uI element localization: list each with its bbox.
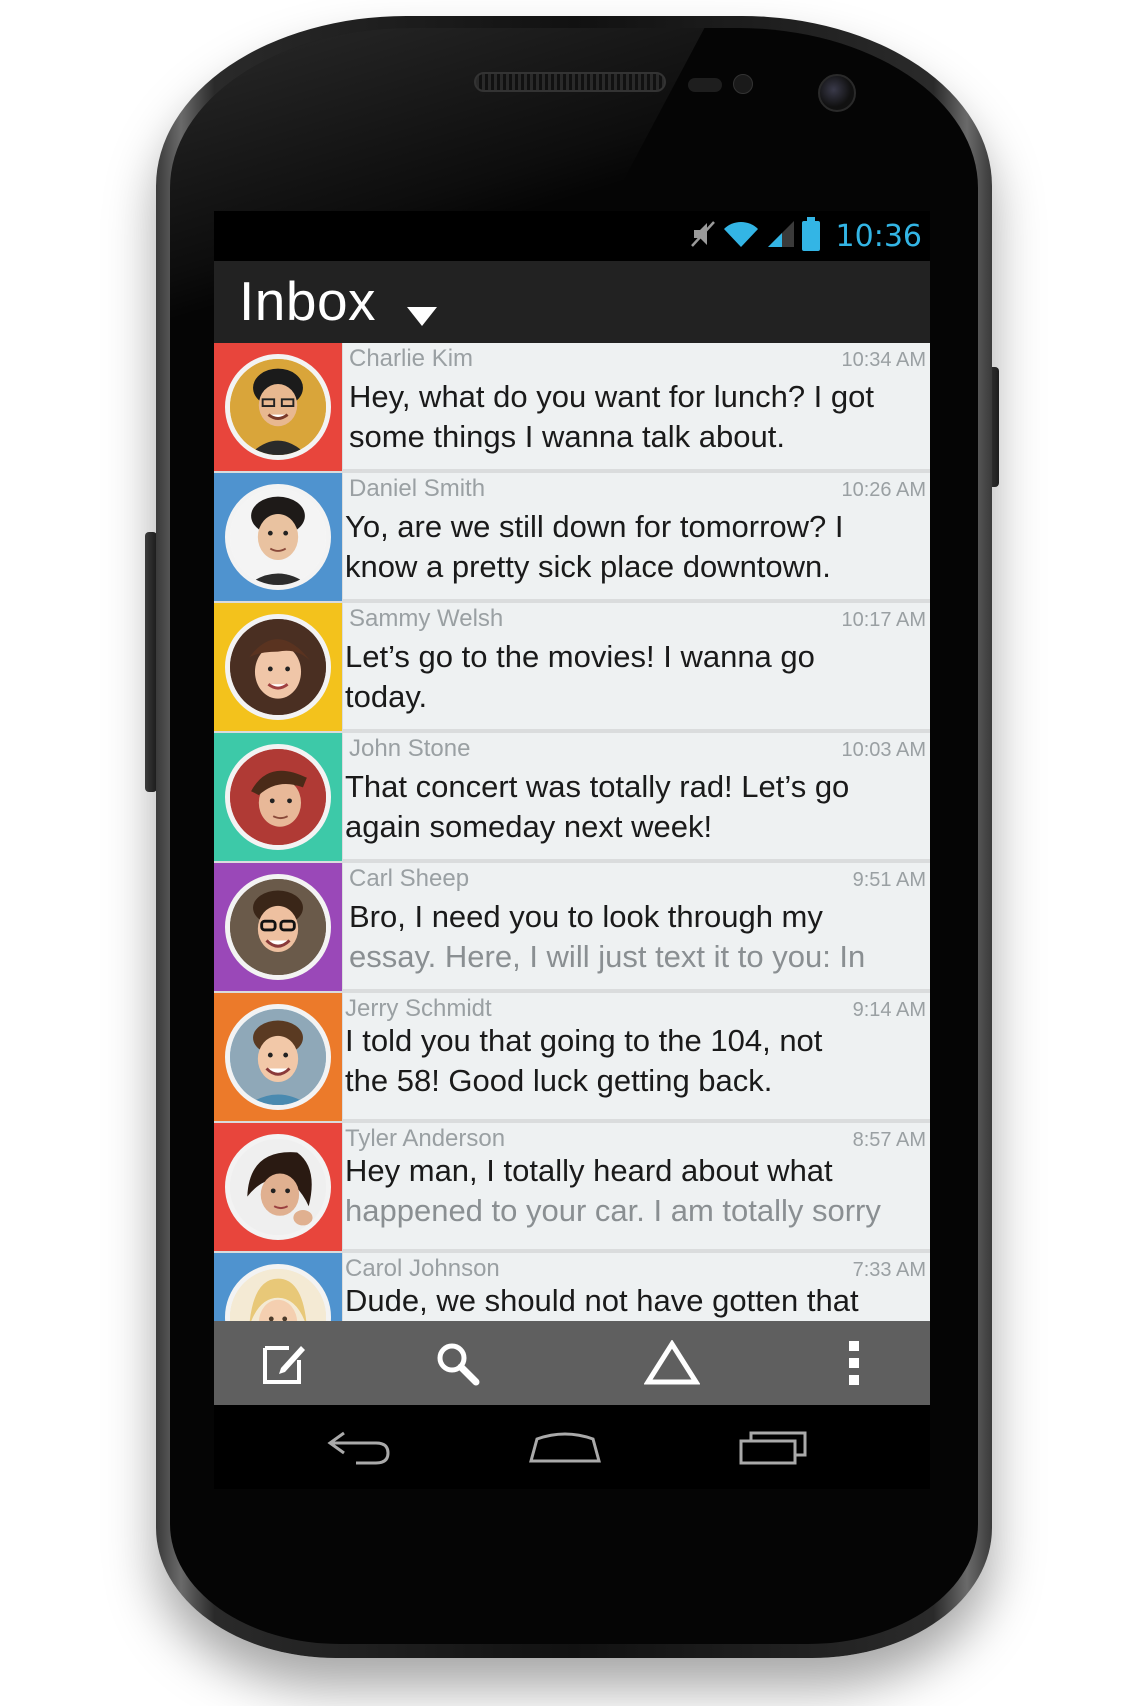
message-preview: Carl Sheep 9:51 AM Bro, I need you to lo… [343, 863, 930, 989]
sender-name: Sammy Welsh [349, 605, 504, 632]
sender-name: Tyler Anderson [345, 1125, 506, 1152]
message-preview: Daniel Smith 10:26 AM Yo, are we still d… [343, 473, 930, 599]
proximity-sensor [688, 78, 722, 92]
wifi-icon [722, 219, 760, 253]
message-row[interactable]: Carol Johnson 7:33 AM Dude, we should no… [214, 1253, 930, 1321]
message-text: Hey, what do you want for lunch? I got s… [349, 377, 930, 457]
message-line: That concert was totally rad! Let’s go [345, 769, 850, 804]
sender-name: Charlie Kim [349, 345, 474, 372]
message-line: Yo, are we still down for tomorrow? I [345, 509, 844, 544]
avatar[interactable] [225, 744, 331, 850]
message-row[interactable]: Jerry Schmidt 9:14 AM I told you that go… [214, 993, 930, 1121]
message-line: Hey, what do you want for lunch? I got [349, 379, 875, 414]
home-button[interactable] [510, 1419, 620, 1475]
message-line: some things I wanna talk about. [349, 419, 785, 454]
message-time: 9:14 AM [852, 999, 926, 1021]
message-time: 7:33 AM [852, 1259, 926, 1281]
message-row[interactable]: Daniel Smith 10:26 AM Yo, are we still d… [214, 473, 930, 601]
sender-name: Daniel Smith [349, 475, 486, 502]
message-time: 10:34 AM [841, 349, 926, 371]
message-text: Yo, are we still down for tomorrow? I kn… [345, 507, 929, 587]
message-line: Hey man, I totally heard about what [345, 1153, 833, 1188]
compose-button[interactable] [224, 1321, 344, 1405]
message-line: I told you that going to the 104, not [345, 1023, 823, 1058]
front-camera [818, 74, 856, 112]
sender-name: Carl Sheep [349, 865, 470, 892]
message-preview: Sammy Welsh 10:17 AM Let’s go to the mov… [343, 603, 930, 729]
recent-apps-button[interactable] [718, 1419, 828, 1475]
inbox-selector[interactable]: Inbox [214, 261, 454, 343]
message-preview: John Stone 10:03 AM That concert was tot… [343, 733, 930, 859]
sender-name: John Stone [349, 735, 471, 762]
message-preview: Charlie Kim 10:34 AM Hey, what do you wa… [343, 343, 930, 469]
message-line: today. [345, 679, 428, 714]
dropdown-caret-icon [407, 307, 437, 326]
message-text: I told you that going to the 104, not th… [345, 1021, 929, 1101]
signal-icon [766, 219, 796, 253]
page-title: Inbox [239, 270, 377, 332]
avatar[interactable] [225, 1004, 331, 1110]
sender-name: Carol Johnson [345, 1255, 500, 1282]
mute-icon [690, 219, 716, 253]
status-icons: 10:36 [690, 217, 922, 255]
home-icon [529, 1432, 601, 1463]
message-line: Bro, I need you to look through my [349, 899, 823, 934]
message-line: Dude, we should not have gotten that [345, 1283, 859, 1318]
message-preview: Tyler Anderson 8:57 AM Hey man, I totall… [343, 1123, 930, 1249]
message-time: 10:03 AM [841, 739, 926, 761]
message-time: 9:51 AM [852, 869, 926, 891]
triangle-button[interactable] [612, 1321, 732, 1405]
light-sensor [733, 74, 753, 94]
message-text: That concert was totally rad! Let’s go a… [345, 767, 929, 847]
search-button[interactable] [397, 1321, 517, 1405]
message-row[interactable]: Sammy Welsh 10:17 AM Let’s go to the mov… [214, 603, 930, 731]
message-row[interactable]: Carl Sheep 9:51 AM Bro, I need you to lo… [214, 863, 930, 991]
message-line: know a pretty sick place downtown. [345, 549, 831, 584]
message-line: again someday next week! [345, 809, 713, 844]
avatar[interactable] [225, 1264, 331, 1321]
status-bar: 10:36 [214, 211, 930, 261]
message-list[interactable]: Charlie Kim 10:34 AM Hey, what do you wa… [214, 343, 930, 1321]
message-preview: Jerry Schmidt 9:14 AM I told you that go… [343, 993, 930, 1119]
message-text: Hey man, I totally heard about what happ… [345, 1151, 929, 1231]
message-row[interactable]: Tyler Anderson 8:57 AM Hey man, I totall… [214, 1123, 930, 1251]
back-icon [327, 1431, 390, 1465]
message-line: essay. Here, I will just text it to you:… [349, 939, 866, 974]
triangle-icon [644, 1340, 700, 1385]
screen: 10:36 Inbox Charlie Kim 10:34 AM Hey, wh… [214, 211, 930, 1489]
avatar[interactable] [225, 1134, 331, 1240]
message-line: Let’s go to the movies! I wanna go [345, 639, 815, 674]
earpiece-speaker [474, 72, 666, 92]
message-time: 10:26 AM [841, 479, 926, 501]
recent-apps-icon [739, 1431, 807, 1465]
message-line: happened to your car. I am totally sorry [345, 1193, 881, 1228]
message-time: 8:57 AM [852, 1129, 926, 1151]
message-text: Bro, I need you to look through my essay… [349, 897, 930, 977]
avatar[interactable] [225, 874, 331, 980]
message-preview: Carol Johnson 7:33 AM Dude, we should no… [343, 1253, 930, 1321]
message-time: 10:17 AM [841, 609, 926, 631]
bottom-action-bar [214, 1321, 930, 1405]
battery-icon [801, 217, 820, 251]
avatar[interactable] [225, 614, 331, 720]
message-row[interactable]: Charlie Kim 10:34 AM Hey, what do you wa… [214, 343, 930, 471]
avatar[interactable] [225, 484, 331, 590]
message-text: Dude, we should not have gotten that [345, 1281, 929, 1321]
message-row[interactable]: John Stone 10:03 AM That concert was tot… [214, 733, 930, 861]
sender-name: Jerry Schmidt [345, 995, 492, 1022]
overflow-menu-icon [849, 1341, 859, 1385]
search-icon [437, 1343, 480, 1386]
system-nav-bar [214, 1405, 930, 1489]
status-time: 10:36 [835, 218, 922, 254]
back-button[interactable] [304, 1419, 414, 1475]
overflow-menu-button[interactable] [794, 1321, 914, 1405]
action-bar: Inbox [214, 261, 930, 343]
avatar[interactable] [225, 354, 331, 460]
message-text: Let’s go to the movies! I wanna go today… [345, 637, 929, 717]
compose-icon [263, 1346, 305, 1384]
message-line: the 58! Good luck getting back. [345, 1063, 773, 1098]
